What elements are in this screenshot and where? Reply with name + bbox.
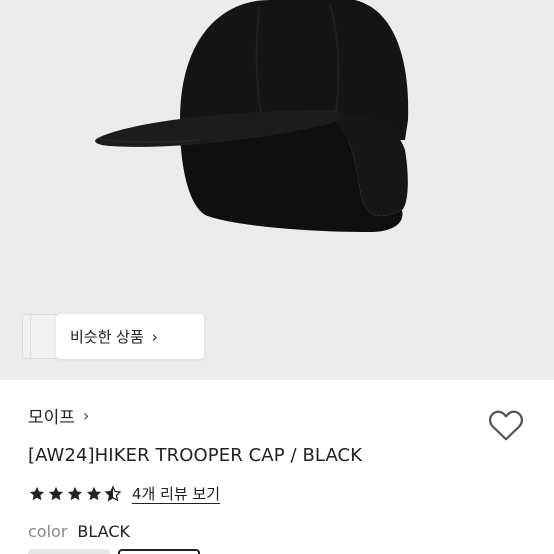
color-label: color <box>28 522 68 541</box>
product-image-area[interactable]: 비슷한 상품 › <box>0 0 554 380</box>
chevron-right-icon: › <box>82 405 90 425</box>
star-icon <box>29 486 45 501</box>
star-icon <box>48 486 64 501</box>
heart-outline-icon <box>488 410 524 441</box>
color-value: BLACK <box>77 522 130 541</box>
rating-row: 4개 리뷰 보기 <box>28 483 221 505</box>
product-info: 모이프 › <box>28 400 534 430</box>
wishlist-button[interactable] <box>488 408 524 442</box>
color-option[interactable] <box>28 549 110 554</box>
brand-link[interactable]: 모이프 › <box>28 400 534 430</box>
star-half-icon <box>104 485 122 502</box>
color-option-selected[interactable] <box>118 549 200 554</box>
chevron-right-icon: › <box>151 327 158 346</box>
brand-name: 모이프 <box>28 407 75 428</box>
color-row: color BLACK <box>28 522 130 541</box>
star-icon <box>67 486 83 501</box>
review-link[interactable]: 4개 리뷰 보기 <box>132 485 221 504</box>
product-title: [AW24]HIKER TROOPER CAP / BLACK <box>28 445 363 466</box>
similar-products-button[interactable]: 비슷한 상품 › <box>56 314 204 359</box>
rating-stars <box>28 485 122 503</box>
star-icon <box>86 486 102 501</box>
similar-products-label: 비슷한 상품 <box>70 328 144 346</box>
